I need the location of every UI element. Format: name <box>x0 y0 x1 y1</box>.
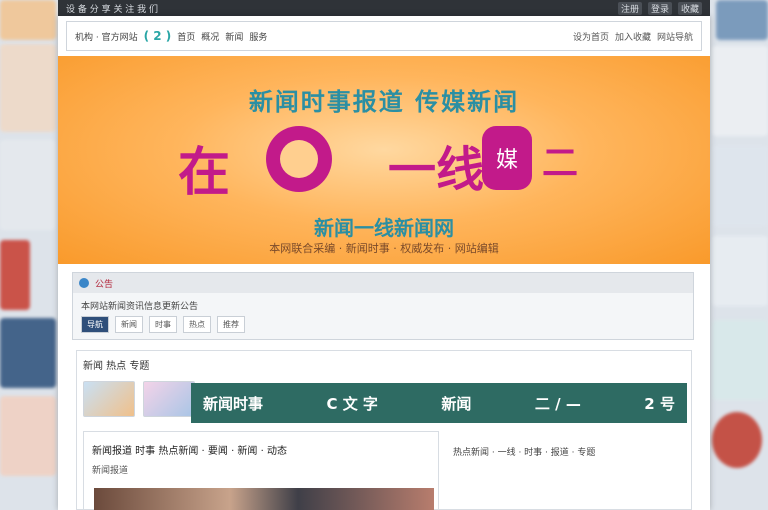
background-tile <box>0 140 56 230</box>
nav-item-home[interactable]: 首页 <box>177 30 195 43</box>
notice-bar-label: 公告 <box>95 279 114 290</box>
header-util-links: 设为首页 加入收藏 网站导航 <box>573 30 693 43</box>
side-news-text[interactable]: 热点新闻 · 一线 · 时事 · 报道 · 专题 <box>453 445 595 458</box>
article-meta: 新闻报道 <box>92 466 129 476</box>
nav-item-service[interactable]: 服务 <box>249 30 267 43</box>
hero-banner[interactable]: 新闻时事报道 传媒新闻 在 一线 媒 二 新闻一线新闻网 本网联合采编 · 新闻… <box>58 56 710 264</box>
util-add-favorite[interactable]: 加入收藏 <box>615 30 651 43</box>
background-tile <box>712 320 768 400</box>
nav-item-about[interactable]: 概况 <box>201 30 219 43</box>
teal-banner-strip[interactable]: 新闻时事 C 文 字 新闻 二 / — 2 号 <box>191 383 687 423</box>
logo-mark-icon: ( 2 ) <box>143 29 172 43</box>
banner-seal-icon: 媒 <box>482 126 532 190</box>
banner-subtitle-secondary: 本网联合采编 · 新闻时事 · 权威发布 · 网站编辑 <box>269 242 499 255</box>
banner-headline-left: 在 <box>178 143 235 203</box>
site-header: 机构 · 官方网站 ( 2 ) 首页 概况 新闻 服务 设为首页 加入收藏 网站… <box>66 21 702 51</box>
background-tile <box>712 412 762 468</box>
content-section: 新闻 热点 专题 新闻时事 C 文 字 新闻 二 / — 2 号 新闻报道 时事… <box>76 350 692 510</box>
banner-circle-icon <box>266 126 332 192</box>
topbar-link-register[interactable]: 注册 <box>617 1 642 15</box>
notice-icon <box>79 278 89 288</box>
tag-nav[interactable]: 导航 <box>81 316 109 333</box>
nav-item-news[interactable]: 新闻 <box>225 30 243 43</box>
banner-headline-right: 一线 <box>388 142 485 198</box>
tag-current[interactable]: 时事 <box>149 316 177 333</box>
content-title: 新闻 热点 专题 <box>83 361 150 372</box>
notice-box: 公告 本网站新闻资讯信息更新公告 导航 新闻 时事 热点 推荐 <box>72 272 694 340</box>
site-logo[interactable]: 机构 · 官方网站 ( 2 ) 首页 概况 新闻 服务 <box>75 29 267 43</box>
article-card[interactable]: 新闻报道 时事 热点新闻 · 要闻 · 新闻 · 动态 新闻报道 <box>83 431 439 510</box>
background-tile <box>712 146 768 226</box>
article-title[interactable]: 新闻报道 时事 热点新闻 · 要闻 · 新闻 · 动态 <box>92 442 430 457</box>
topbar-links: 注册 登录 收藏 <box>617 1 702 15</box>
top-utility-bar: 设 备 分 享 关 注 我 们 注册 登录 收藏 <box>58 0 710 16</box>
background-tile <box>712 236 768 306</box>
topbar-link-login[interactable]: 登录 <box>647 1 672 15</box>
background-tile <box>0 396 56 476</box>
banner-title: 新闻时事报道 传媒新闻 <box>248 88 520 116</box>
background-tile <box>716 0 768 40</box>
topbar-link-favorite[interactable]: 收藏 <box>677 1 702 15</box>
background-tile <box>712 46 768 136</box>
util-site-map[interactable]: 网站导航 <box>657 30 693 43</box>
thumbnail-image[interactable] <box>143 381 195 417</box>
banner-headline-tail: 二 <box>542 143 579 184</box>
strip-text: 二 / — <box>534 394 581 413</box>
thumbnail-image[interactable] <box>83 381 135 417</box>
page-panel: 机构 · 官方网站 ( 2 ) 首页 概况 新闻 服务 设为首页 加入收藏 网站… <box>58 16 710 510</box>
background-tile <box>0 240 30 310</box>
banner-subtitle: 新闻一线新闻网 <box>314 216 454 240</box>
article-photo[interactable] <box>94 488 434 510</box>
tag-recommend[interactable]: 推荐 <box>217 316 245 333</box>
background-tile <box>0 44 56 132</box>
background-tile <box>0 318 56 388</box>
strip-text: C 文 字 <box>326 394 378 413</box>
notice-tags: 导航 新闻 时事 热点 推荐 <box>73 314 693 335</box>
notice-bar: 公告 <box>73 273 693 293</box>
tag-news[interactable]: 新闻 <box>115 316 143 333</box>
strip-text: 2 号 <box>644 394 675 413</box>
util-set-home[interactable]: 设为首页 <box>573 30 609 43</box>
notice-line: 本网站新闻资讯信息更新公告 <box>81 302 199 312</box>
strip-text: 新闻 <box>441 394 472 413</box>
strip-text: 新闻时事 <box>203 394 264 413</box>
topbar-left-text: 设 备 分 享 关 注 我 们 <box>66 4 159 15</box>
logo-text: 机构 · 官方网站 <box>75 32 138 43</box>
tag-hot[interactable]: 热点 <box>183 316 211 333</box>
background-tile <box>0 0 56 40</box>
thumbnail-row <box>83 381 195 417</box>
